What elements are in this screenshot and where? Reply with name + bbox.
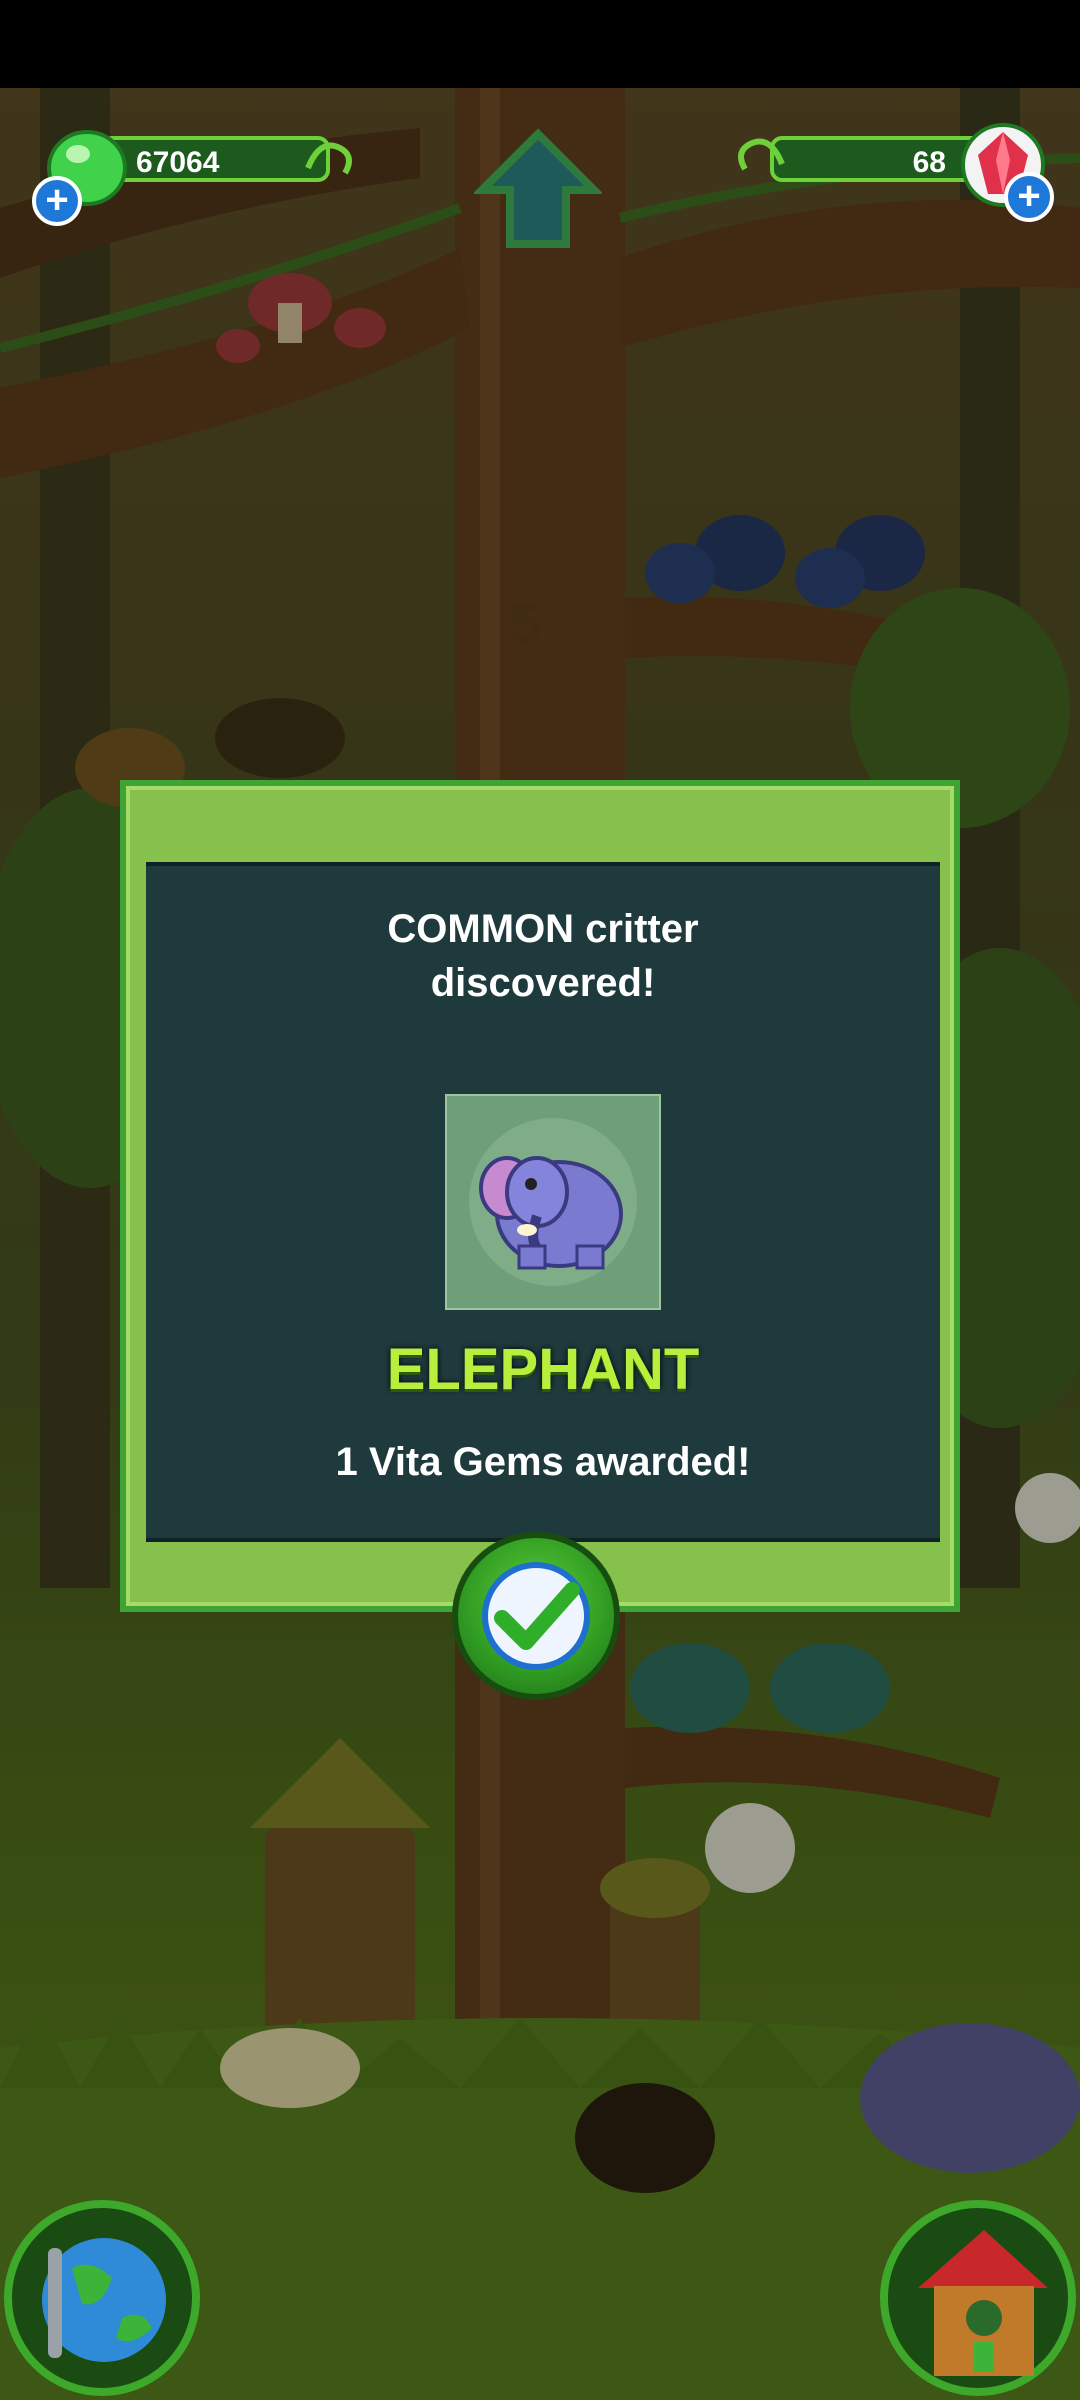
plus-icon: +	[45, 178, 69, 222]
confirm-button[interactable]	[452, 1532, 620, 1700]
vine-icon	[305, 142, 352, 175]
up-arrow-icon	[472, 128, 604, 248]
home-button[interactable]	[880, 2200, 1076, 2396]
gem-currency: 68 +	[730, 88, 1080, 222]
slime-currency: 67064 +	[0, 88, 360, 226]
status-bar	[0, 0, 1080, 88]
tree-level-marker: 5	[510, 591, 542, 654]
add-slime-button[interactable]: +	[32, 176, 82, 226]
birdhouse-icon	[918, 2230, 1048, 2376]
dialog-panel: COMMON critter discovered! ELEPHANT 1 Vi…	[146, 862, 940, 1542]
globe-icon	[42, 2238, 166, 2362]
plus-icon: +	[1017, 174, 1041, 218]
slime-count: 67064	[136, 146, 220, 179]
world-map-button[interactable]	[4, 2200, 200, 2396]
gem-count: 68	[912, 146, 946, 179]
slime-count-bar: 67064	[100, 136, 330, 182]
critter-discovered-dialog: COMMON critter discovered! ELEPHANT 1 Vi…	[120, 780, 960, 1612]
vine-icon	[738, 138, 785, 171]
critter-name: ELEPHANT	[386, 1337, 700, 1402]
rarity-message-line2: discovered!	[430, 961, 656, 1005]
check-circle	[482, 1562, 590, 1670]
reward-message: 1 Vita Gems awarded!	[335, 1440, 751, 1484]
rarity-message: COMMON critter	[387, 907, 699, 951]
checkmark-icon	[494, 1582, 580, 1650]
elephant-image	[469, 1118, 637, 1286]
critter-portrait	[445, 1094, 661, 1310]
add-gems-button[interactable]: +	[1004, 172, 1054, 222]
scroll-up-button[interactable]	[472, 126, 604, 254]
